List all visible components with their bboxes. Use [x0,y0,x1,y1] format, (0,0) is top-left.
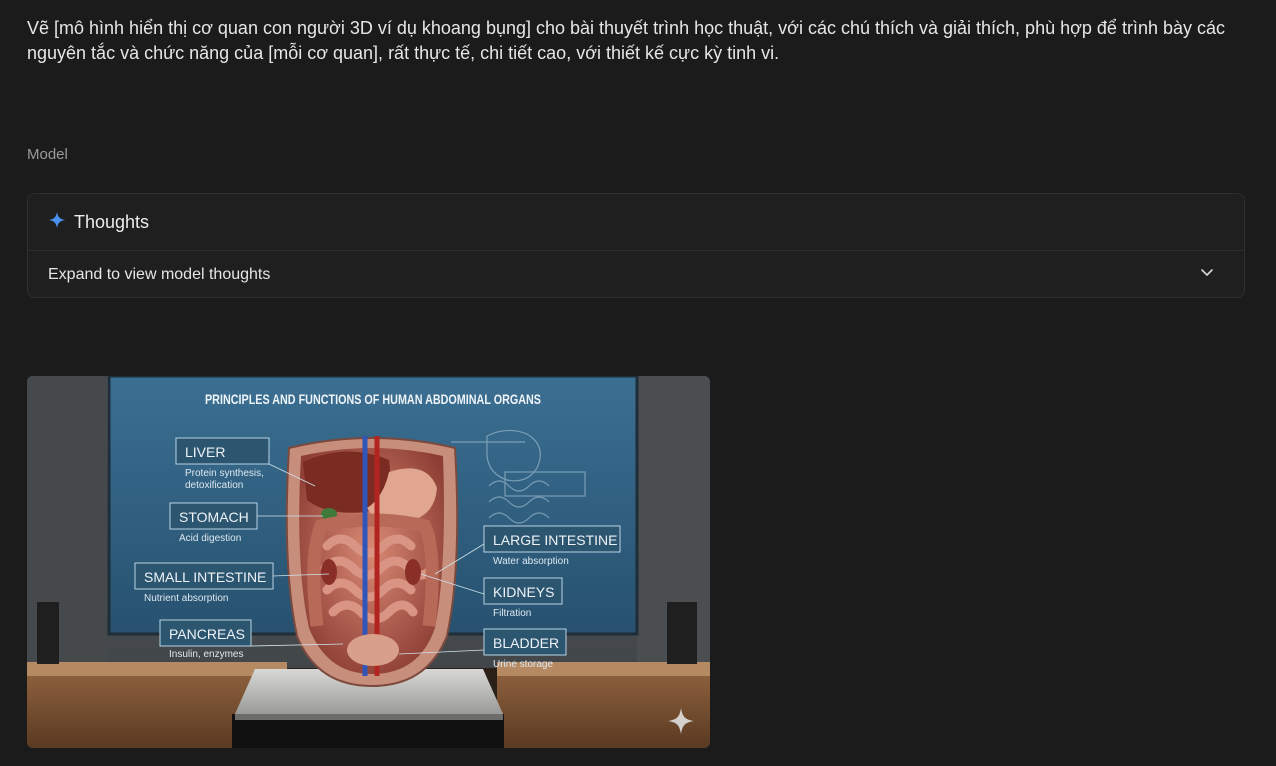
svg-text:Urine storage: Urine storage [493,659,553,670]
svg-text:BLADDER: BLADDER [493,635,559,651]
svg-text:LIVER: LIVER [185,444,225,460]
thoughts-panel: Thoughts Expand to view model thoughts [27,193,1245,298]
user-prompt: Vẽ [mô hình hiển thị cơ quan con người 3… [27,18,1225,63]
expand-thoughts-label: Expand to view model thoughts [48,265,271,283]
svg-text:Insulin, enzymes: Insulin, enzymes [169,649,243,660]
svg-text:LARGE INTESTINE: LARGE INTESTINE [493,532,617,548]
svg-text:PANCREAS: PANCREAS [169,626,245,642]
chevron-down-icon[interactable] [1200,265,1214,284]
svg-text:Water absorption: Water absorption [493,556,569,567]
anatomy-illustration: PRINCIPLES AND FUNCTIONS OF HUMAN ABDOMI… [27,376,710,748]
svg-text:SMALL INTESTINE: SMALL INTESTINE [144,569,266,585]
svg-text:Filtration: Filtration [493,608,531,619]
sparkle-icon [48,211,66,234]
screen-title: PRINCIPLES AND FUNCTIONS OF HUMAN ABDOMI… [205,391,541,407]
generated-image[interactable]: PRINCIPLES AND FUNCTIONS OF HUMAN ABDOMI… [27,376,710,748]
thoughts-title: Thoughts [74,211,150,232]
svg-text:detoxification: detoxification [185,480,243,491]
svg-text:STOMACH: STOMACH [179,509,249,525]
model-role-label: Model [27,146,68,163]
svg-text:Protein synthesis,: Protein synthesis, [185,468,264,479]
thoughts-header: Thoughts [28,194,1244,251]
svg-text:KIDNEYS: KIDNEYS [493,584,554,600]
svg-text:Nutrient absorption: Nutrient absorption [144,593,229,604]
svg-text:Acid digestion: Acid digestion [179,533,241,544]
abdominal-organs-model [285,436,459,688]
expand-thoughts-button[interactable]: Expand to view model thoughts [28,251,1244,298]
